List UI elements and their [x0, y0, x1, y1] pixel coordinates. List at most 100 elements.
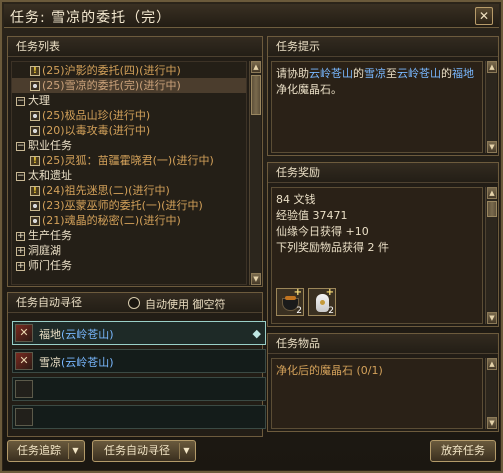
- quest-category[interactable]: + 师门任务: [16, 258, 72, 273]
- active-arrow-icon: ◆: [252, 327, 261, 340]
- hint-fragment: 至: [386, 67, 397, 80]
- quest-label: (25)雪凉的委托(完)(进行中): [42, 79, 181, 92]
- quest-label: (20)以毒攻毒(进行中): [42, 124, 151, 137]
- quest-category[interactable]: + 洞庭湖: [16, 243, 61, 258]
- collapse-icon[interactable]: −: [16, 171, 25, 181]
- quest-label: (25)沪影的委托(四)(进行中): [42, 64, 181, 77]
- quest-category[interactable]: + 生产任务: [16, 228, 72, 243]
- reward-scrollbar[interactable]: ▲ ▼: [485, 187, 497, 324]
- auto-path-text: 福地(云岭苍山): [39, 326, 114, 342]
- target-name: 福地: [39, 328, 61, 341]
- quest-status-icon: [30, 81, 40, 91]
- item-count: 2: [296, 306, 302, 316]
- empty-slot: [15, 380, 33, 398]
- title-bar[interactable]: 任务: 雪凉的委托（完） ✕: [4, 4, 499, 28]
- quest-row[interactable]: (25)雪凉的委托(完)(进行中): [30, 78, 181, 93]
- reward-item-slot[interactable]: +2: [308, 287, 336, 316]
- category-label: 生产任务: [28, 229, 72, 242]
- hint-scrollbar[interactable]: ▲ ▼: [485, 61, 497, 153]
- quest-status-icon: [30, 111, 40, 121]
- quest-row[interactable]: (23)巫蒙巫师的委托(一)(进行中): [30, 198, 203, 213]
- scroll-thumb[interactable]: [487, 201, 497, 217]
- hint-fragment: 请协助: [276, 67, 309, 80]
- quest-items-panel: 任务物品 净化后的魔晶石 (0/1) ▲ ▼: [267, 333, 499, 432]
- quest-row[interactable]: (21)魂晶的秘密(二)(进行中): [30, 213, 181, 228]
- quest-status-icon: [30, 126, 40, 136]
- quest-label: (24)祖先迷思(二)(进行中): [42, 184, 170, 197]
- auto-path-title: 任务自动寻径: [16, 296, 82, 309]
- close-button[interactable]: ✕: [475, 7, 493, 25]
- npc-icon: ✕: [15, 324, 33, 342]
- hint-link[interactable]: 云岭苍山: [397, 67, 441, 80]
- hint-link[interactable]: 雪凉: [364, 67, 386, 80]
- scroll-down-icon[interactable]: ▼: [251, 273, 261, 285]
- quest-row[interactable]: ! (25)灵狐：苗疆霍晓君(一)(进行中): [30, 153, 214, 168]
- reward-item-slot[interactable]: +2: [276, 287, 304, 316]
- target-location: (云岭苍山): [61, 356, 114, 369]
- quest-row[interactable]: (20)以毒攻毒(进行中): [30, 123, 150, 138]
- category-label: 师门任务: [28, 259, 72, 272]
- quest-category[interactable]: − 职业任务: [16, 138, 72, 153]
- hint-header: 任务提示: [268, 37, 498, 57]
- expand-icon[interactable]: +: [16, 246, 25, 256]
- auto-path-row[interactable]: ✕ 福地(云岭苍山) ◆: [12, 321, 266, 345]
- reward-line: 经验值 37471: [276, 209, 348, 222]
- reward-line: 下列奖励物品获得 2 件: [276, 241, 389, 254]
- expand-icon[interactable]: +: [16, 261, 25, 271]
- reward-panel: 任务奖励 84 文钱经验值 37471 仙缘今日获得 +10 下列奖励物品获得 2 …: [267, 162, 499, 327]
- reward-header: 任务奖励: [268, 163, 498, 183]
- collapse-icon[interactable]: −: [16, 96, 25, 106]
- category-label: 职业任务: [28, 139, 72, 152]
- hint-panel: 任务提示 请协助云岭苍山的雪凉至云岭苍山的福地净化魔晶石。 ▲ ▼: [267, 36, 499, 156]
- plus-icon: +: [293, 287, 302, 298]
- category-label: 太和遗址: [28, 169, 72, 182]
- window-title: 任务: 雪凉的委托（完）: [10, 10, 172, 26]
- auto-fly-checkbox[interactable]: [128, 297, 140, 309]
- auto-path-row[interactable]: [12, 377, 266, 401]
- quest-label: (25)灵狐：苗疆霍晓君(一)(进行中): [42, 154, 214, 167]
- quest-items-header: 任务物品: [268, 334, 498, 354]
- quest-category[interactable]: − 大理: [16, 93, 50, 108]
- collapse-icon[interactable]: −: [16, 141, 25, 151]
- scroll-up-icon[interactable]: ▲: [487, 61, 497, 73]
- category-label: 大理: [28, 94, 50, 107]
- auto-path-button[interactable]: 任务自动寻径 ▼: [92, 440, 196, 462]
- quest-label: (25)极品山珍(进行中): [42, 109, 151, 122]
- quest-items-text: 净化后的魔晶石 (0/1): [276, 363, 480, 379]
- abandon-quest-button[interactable]: 放弃任务: [430, 440, 496, 462]
- quest-tree: ! (25)沪影的委托(四)(进行中) (25)雪凉的委托(完)(进行中) − 大理 (2…: [11, 61, 247, 285]
- expand-icon[interactable]: +: [16, 231, 25, 241]
- scroll-thumb[interactable]: [251, 75, 261, 115]
- auto-path-row[interactable]: [12, 405, 266, 429]
- reward-line: 仙缘今日获得 +10: [276, 225, 369, 238]
- auto-path-row[interactable]: ✕ 雪凉(云岭苍山): [12, 349, 266, 373]
- reward-box: 84 文钱 经验值 37471 仙缘今日获得 +10 下列奖励物品获得 2 件 +2 +…: [271, 187, 483, 324]
- auto-path-label: 任务自动寻径: [104, 444, 170, 457]
- hint-link[interactable]: 福地: [452, 67, 474, 80]
- quest-row[interactable]: ! (24)祖先迷思(二)(进行中): [30, 183, 170, 198]
- quest-status-icon: [30, 216, 40, 226]
- scroll-down-icon[interactable]: ▼: [487, 312, 497, 324]
- hint-fragment: 的: [353, 67, 364, 80]
- quest-category[interactable]: − 太和遗址: [16, 168, 72, 183]
- scroll-up-icon[interactable]: ▲: [251, 61, 261, 73]
- quest-row[interactable]: ! (25)沪影的委托(四)(进行中): [30, 63, 181, 78]
- hint-fragment: 的: [441, 67, 452, 80]
- track-quest-button[interactable]: 任务追踪 ▼: [7, 440, 85, 462]
- hint-link[interactable]: 云岭苍山: [309, 67, 353, 80]
- quest-list-scrollbar[interactable]: ▲ ▼: [249, 61, 261, 285]
- reward-line: 84 文钱: [276, 193, 316, 206]
- scroll-up-icon[interactable]: ▲: [487, 187, 497, 199]
- quest-row[interactable]: (25)极品山珍(进行中): [30, 108, 150, 123]
- category-label: 洞庭湖: [28, 244, 61, 257]
- hint-box: 请协助云岭苍山的雪凉至云岭苍山的福地净化魔晶石。: [271, 61, 483, 153]
- scroll-down-icon[interactable]: ▼: [487, 141, 497, 153]
- quest-alert-icon: !: [30, 66, 40, 76]
- auto-path-text: 雪凉(云岭苍山): [39, 354, 114, 370]
- target-location: (云岭苍山): [61, 328, 114, 341]
- items-scrollbar[interactable]: ▲ ▼: [485, 358, 497, 429]
- auto-path-panel: 任务自动寻径 自动使用 御空符 ✕ 福地(云岭苍山) ◆ ✕ 雪凉(云岭苍山): [7, 292, 266, 437]
- quest-list-panel: 任务列表 ! (25)沪影的委托(四)(进行中) (25)雪凉的委托(完)(进行中)…: [7, 36, 263, 287]
- scroll-up-icon[interactable]: ▲: [487, 358, 497, 370]
- scroll-down-icon[interactable]: ▼: [487, 417, 497, 429]
